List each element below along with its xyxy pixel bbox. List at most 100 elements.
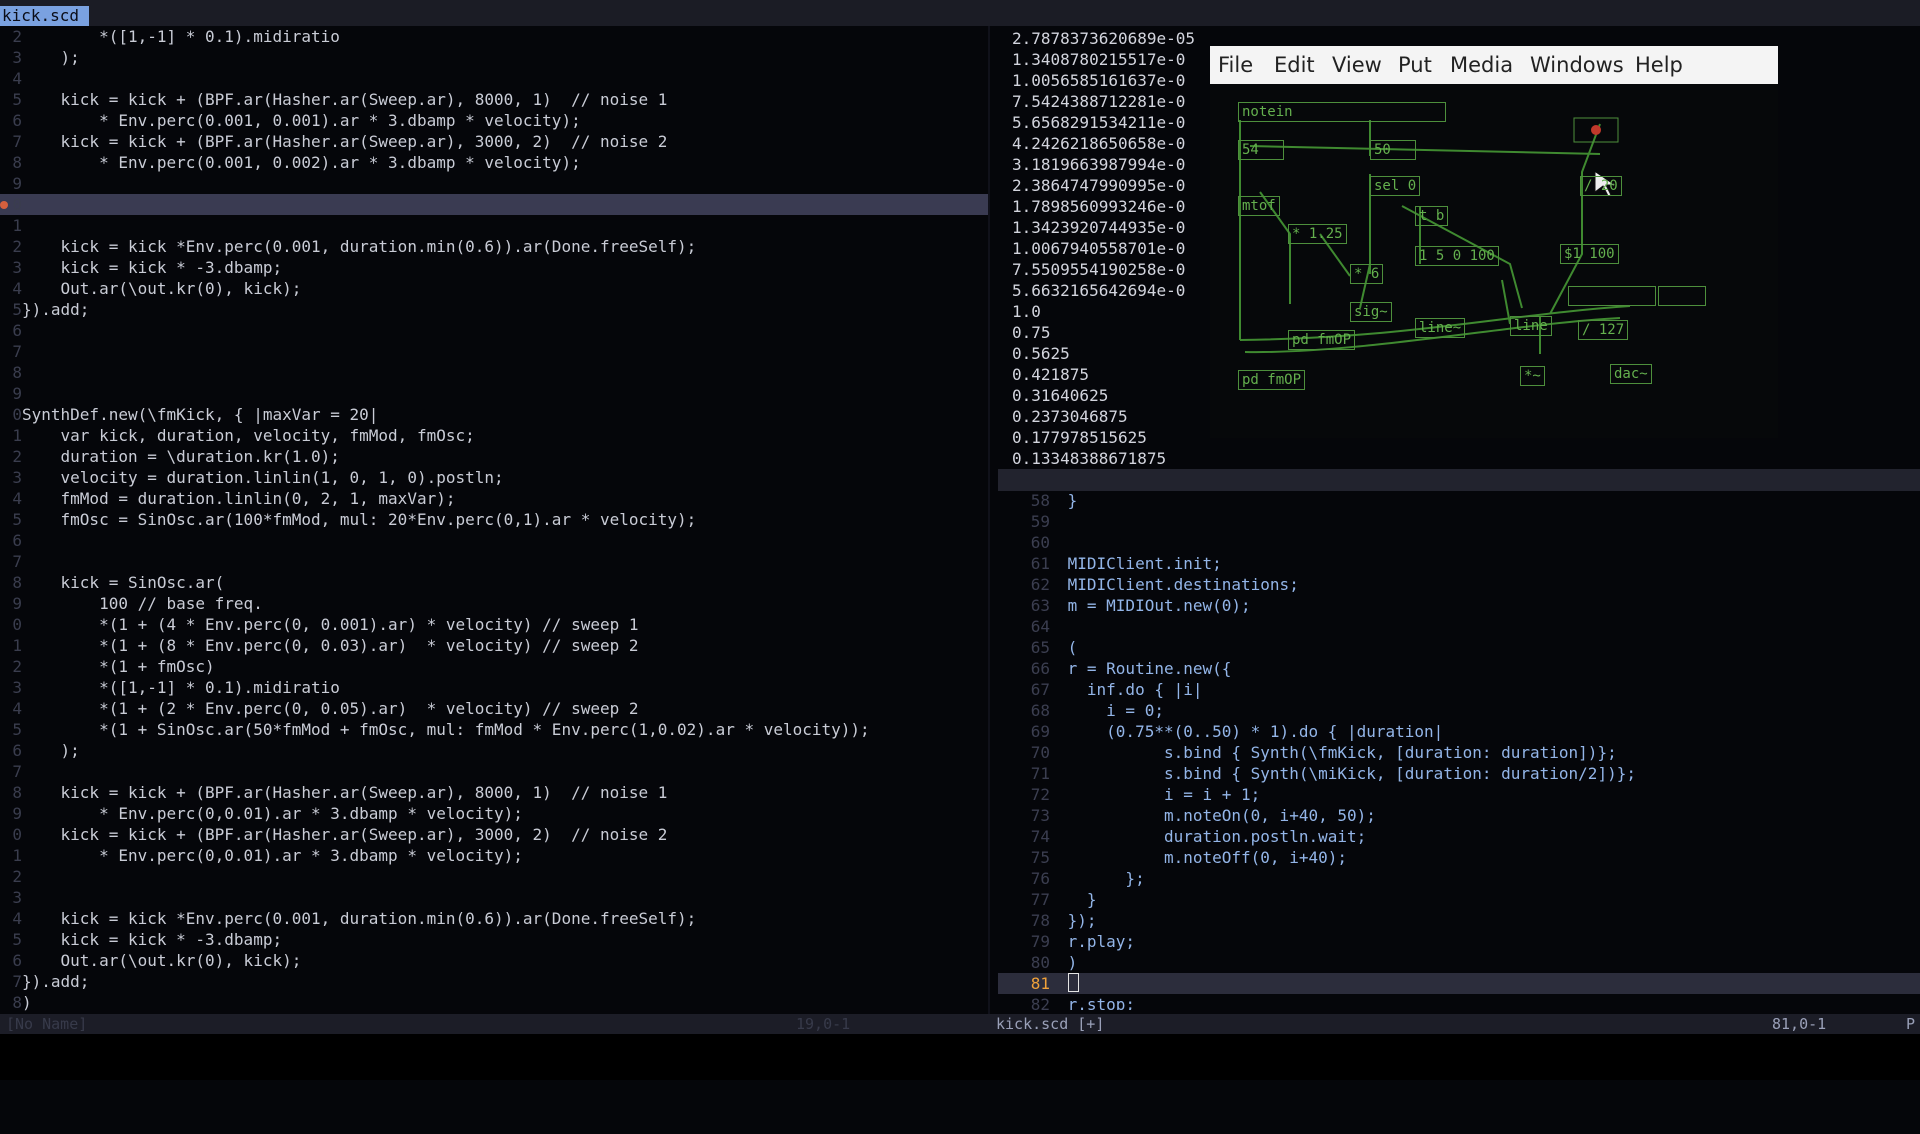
right-editor-pane[interactable]: 58 } 59 60 61 MIDIClient.init; 62 MIDIClient…: [998, 490, 1920, 1010]
code-line[interactable]: 5 kick = kick * -3.dbamp;: [0, 929, 988, 950]
code-line[interactable]: 4: [0, 68, 988, 89]
pd-patch-window[interactable]: File Edit View Put Media Windows Help no…: [1210, 46, 1778, 438]
code-line[interactable]: 63 m = MIDIOut.new(0);: [998, 595, 1920, 616]
code-line[interactable]: 6: [0, 530, 988, 551]
pd-obj-mul-tilde[interactable]: *~: [1520, 366, 1545, 386]
pd-obj-div-127[interactable]: / 127: [1578, 320, 1629, 340]
code-line[interactable]: 80 ): [998, 952, 1920, 973]
cursor-line[interactable]: 81: [998, 973, 1920, 994]
code-line[interactable]: 8: [0, 362, 988, 383]
code-line[interactable]: 7: [0, 341, 988, 362]
code-line[interactable]: 6: [0, 320, 988, 341]
pd-obj-line[interactable]: line: [1510, 316, 1552, 336]
pd-hslider-left[interactable]: [1568, 286, 1656, 306]
code-line[interactable]: 1 var kick, duration, velocity, fmMod, f…: [0, 425, 988, 446]
code-line[interactable]: 0SynthDef.new(\fmKick, { |maxVar = 20|: [0, 404, 988, 425]
code-line[interactable]: 7}).add;: [0, 971, 988, 992]
code-line[interactable]: 5 fmOsc = SinOsc.ar(100*fmMod, mul: 20*E…: [0, 509, 988, 530]
menu-file[interactable]: File: [1218, 46, 1253, 84]
left-editor-pane[interactable]: 2 *([1,-1] * 0.1).midiratio 3 ); 4 5 kick =…: [0, 26, 988, 1014]
code-line[interactable]: 8 * Env.perc(0.001, 0.002).ar * 3.dbamp …: [0, 152, 988, 173]
code-line[interactable]: 4 Out.ar(\out.kr(0), kick);: [0, 278, 988, 299]
code-line[interactable]: 8 kick = SinOsc.ar(: [0, 572, 988, 593]
pd-msg-1-5-0-100[interactable]: 1 5 0 100: [1415, 246, 1499, 266]
code-line[interactable]: 73 m.noteOn(0, i+40, 50);: [998, 805, 1920, 826]
code-line[interactable]: 82 r.stop;: [998, 994, 1920, 1010]
code-line[interactable]: 3 kick = kick * -3.dbamp;: [0, 257, 988, 278]
pd-canvas[interactable]: notein 54 50 sel 0 / 20 mtof t b * 1.25 …: [1210, 84, 1778, 438]
menu-put[interactable]: Put: [1398, 46, 1432, 84]
code-line[interactable]: 1 *(1 + (8 * Env.perc(0, 0.03).ar) * vel…: [0, 635, 988, 656]
pd-obj-line-tilde[interactable]: line~: [1415, 318, 1466, 338]
pd-obj-fmop-1[interactable]: pd fmOP: [1288, 330, 1356, 350]
code-line[interactable]: 58 }: [998, 490, 1920, 511]
menu-view[interactable]: View: [1332, 46, 1382, 84]
code-line[interactable]: 60: [998, 532, 1920, 553]
pd-obj-notein[interactable]: notein: [1238, 102, 1446, 122]
code-line[interactable]: 2 *(1 + fmOsc): [0, 656, 988, 677]
code-line[interactable]: 9 * Env.perc(0,0.01).ar * 3.dbamp * velo…: [0, 803, 988, 824]
code-line[interactable]: 8 kick = kick + (BPF.ar(Hasher.ar(Sweep.…: [0, 782, 988, 803]
code-line[interactable]: 2 kick = kick *Env.perc(0.001, duration.…: [0, 236, 988, 257]
menu-edit[interactable]: Edit: [1274, 46, 1315, 84]
code-line[interactable]: 2: [0, 866, 988, 887]
menu-media[interactable]: Media: [1450, 46, 1513, 84]
code-line[interactable]: 67 inf.do { |i|: [998, 679, 1920, 700]
code-line[interactable]: 4 *(1 + (2 * Env.perc(0, 0.05).ar) * vel…: [0, 698, 988, 719]
code-line[interactable]: 0 kick = kick + (BPF.ar(Hasher.ar(Sweep.…: [0, 824, 988, 845]
code-line[interactable]: 2 duration = \duration.kr(1.0);: [0, 446, 988, 467]
code-line[interactable]: 79 r.play;: [998, 931, 1920, 952]
code-line[interactable]: 3: [0, 887, 988, 908]
code-line[interactable]: 5}).add;: [0, 299, 988, 320]
right-pane-separator[interactable]: [998, 469, 1920, 491]
code-line[interactable]: 1 * Env.perc(0,0.01).ar * 3.dbamp * velo…: [0, 845, 988, 866]
menu-help[interactable]: Help: [1635, 46, 1683, 84]
code-line[interactable]: 7 kick = kick + (BPF.ar(Hasher.ar(Sweep.…: [0, 131, 988, 152]
pd-obj-sig[interactable]: sig~: [1350, 302, 1392, 322]
code-line[interactable]: 70 s.bind { Synth(\fmKick, [duration: du…: [998, 742, 1920, 763]
code-line[interactable]: 7: [0, 761, 988, 782]
code-line[interactable]: 71 s.bind { Synth(\miKick, [duration: du…: [998, 763, 1920, 784]
code-line[interactable]: 1: [0, 215, 988, 236]
code-line[interactable]: 9: [0, 173, 988, 194]
code-line[interactable]: 6 Out.ar(\out.kr(0), kick);: [0, 950, 988, 971]
code-line[interactable]: 0 *(1 + (4 * Env.perc(0, 0.001).ar) * ve…: [0, 614, 988, 635]
code-line[interactable]: 75 m.noteOff(0, i+40);: [998, 847, 1920, 868]
pd-num-50[interactable]: 50: [1370, 140, 1416, 160]
code-line[interactable]: 3 );: [0, 47, 988, 68]
code-line[interactable]: 6 * Env.perc(0.001, 0.001).ar * 3.dbamp …: [0, 110, 988, 131]
pd-msg-1-100[interactable]: $1 100: [1560, 244, 1619, 264]
code-line[interactable]: 77 }: [998, 889, 1920, 910]
code-line[interactable]: 66 r = Routine.new({: [998, 658, 1920, 679]
code-line[interactable]: 62 MIDIClient.destinations;: [998, 574, 1920, 595]
code-line[interactable]: 7: [0, 551, 988, 572]
vertical-split-divider[interactable]: [988, 26, 990, 1016]
code-line[interactable]: 4 kick = kick *Env.perc(0.001, duration.…: [0, 908, 988, 929]
code-line[interactable]: 5 kick = kick + (BPF.ar(Hasher.ar(Sweep.…: [0, 89, 988, 110]
code-line[interactable]: 5 *(1 + SinOsc.ar(50*fmMod + fmOsc, mul:…: [0, 719, 988, 740]
pd-obj-mul-6[interactable]: * 6: [1350, 264, 1384, 284]
code-line[interactable]: 69 (0.75**(0..50) * 1).do { |duration|: [998, 721, 1920, 742]
code-line[interactable]: 8): [0, 992, 988, 1013]
code-line[interactable]: 72 i = i + 1;: [998, 784, 1920, 805]
code-line[interactable]: 6 );: [0, 740, 988, 761]
code-line[interactable]: 76 };: [998, 868, 1920, 889]
pd-obj-dac[interactable]: dac~: [1610, 364, 1652, 384]
pd-obj-t-b[interactable]: t b: [1415, 206, 1449, 226]
menu-windows[interactable]: Windows: [1530, 46, 1624, 84]
code-line[interactable]: 61 MIDIClient.init;: [998, 553, 1920, 574]
tab-kick-scd[interactable]: kick.scd: [0, 6, 90, 26]
code-line[interactable]: 3 velocity = duration.linlin(1, 0, 1, 0)…: [0, 467, 988, 488]
code-line[interactable]: 78 });: [998, 910, 1920, 931]
code-line[interactable]: 9: [0, 383, 988, 404]
pd-obj-sel-0[interactable]: sel 0: [1370, 176, 1421, 196]
code-line[interactable]: 9 100 // base freq.: [0, 593, 988, 614]
pd-num-54[interactable]: 54: [1238, 140, 1284, 160]
pd-obj-div-20[interactable]: / 20: [1580, 176, 1622, 196]
pd-obj-fmop-2[interactable]: pd fmOP: [1238, 370, 1306, 390]
code-line[interactable]: 65 (: [998, 637, 1920, 658]
code-line[interactable]: 64: [998, 616, 1920, 637]
code-line[interactable]: 74 duration.postln.wait;: [998, 826, 1920, 847]
pd-obj-mtof[interactable]: mtof: [1238, 196, 1280, 216]
code-line[interactable]: 68 i = 0;: [998, 700, 1920, 721]
